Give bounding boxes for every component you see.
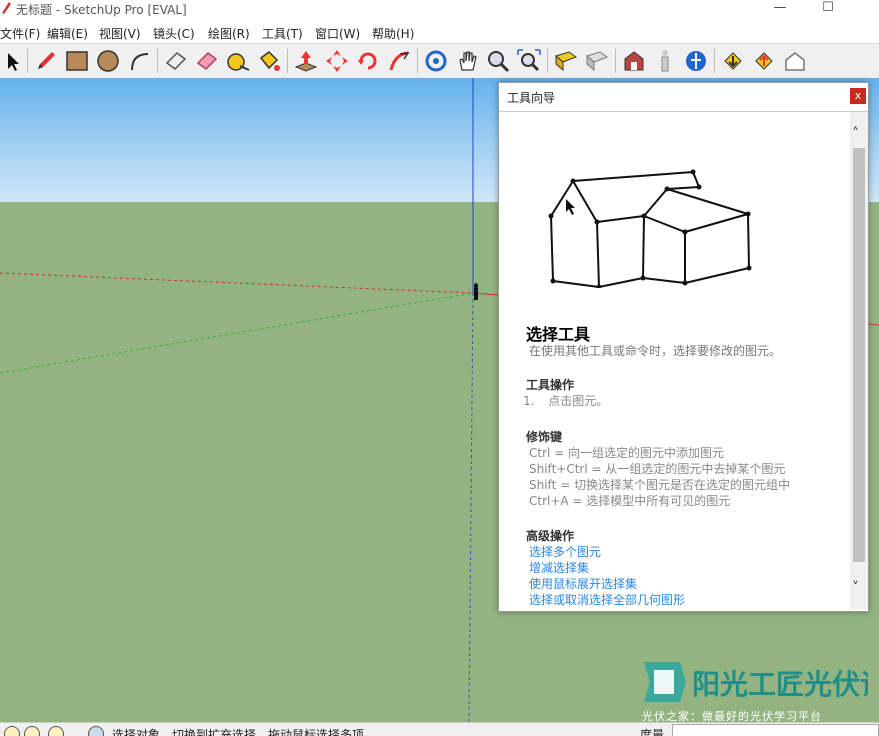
orbit-icon[interactable] [423,48,449,74]
watermark-logo: 阳光工匠光伏论坛 [644,662,868,702]
eraser-outline-icon[interactable] [163,48,189,74]
operation-text: 点击图元。 [548,394,609,408]
get-models-icon[interactable] [553,48,579,74]
rectangle-icon[interactable] [64,48,90,74]
title-bar: 无标题 - SketchUp Pro [EVAL] — ☐ [0,0,879,18]
modifier-ctrl: Ctrl = 向一组选定的图元中添加图元 [529,446,725,460]
scroll-down-icon[interactable]: ˅ [852,580,859,596]
link-expand-selection[interactable]: 使用鼠标展开选择集 [529,575,637,592]
modifier-shift-ctrl: Shift+Ctrl = 从一组选定的图元中去掉某个图元 [529,462,786,476]
rotate-icon[interactable] [355,48,381,74]
link-add-remove-selection[interactable]: 增减选择集 [529,559,589,576]
follow-me-icon[interactable] [386,48,412,74]
zoom-icon[interactable] [485,48,511,74]
cursor-arrow-icon [566,199,575,215]
menu-edit[interactable]: 编辑(E) [47,25,88,42]
link-select-all-geometry[interactable]: 选择或取消选择全部几何图形 [529,591,685,608]
move-icon[interactable] [324,48,350,74]
tool-description: 在使用其他工具或命令时，选择要修改的图元。 [529,344,782,358]
import-icon[interactable] [720,48,746,74]
house-illustration [548,169,752,288]
tool-guide-dialog: 工具向导 x 选择工具 在使用其他工具或命令时，选择要修改的图元。 工具操作 1… [498,82,869,612]
advanced-heading: 高级操作 [526,529,575,543]
close-icon[interactable]: x [850,88,866,104]
tape-measure-icon[interactable] [225,48,251,74]
minimize-button[interactable]: — [760,0,800,18]
zoom-extents-icon[interactable] [516,48,542,74]
modifier-keys-heading: 修饰键 [526,430,563,444]
paint-bucket-icon[interactable] [256,48,282,74]
select-tool-icon[interactable] [0,48,26,74]
eraser-icon[interactable] [194,48,220,74]
building-icon[interactable] [621,48,647,74]
dialog-title: 工具向导 [507,91,556,105]
pan-hand-icon[interactable] [454,48,480,74]
operation-number: 1. [523,394,535,408]
house-outline-icon[interactable] [782,48,808,74]
sphere-icon[interactable] [683,48,709,74]
pencil-icon[interactable] [33,48,59,74]
push-pull-icon[interactable] [293,48,319,74]
scroll-thumb[interactable] [853,148,865,562]
svg-text:阳光工匠光伏论坛: 阳光工匠光伏论坛 [692,668,868,701]
menu-tools[interactable]: 工具(T) [262,25,303,42]
circle-icon[interactable] [95,48,121,74]
maximize-button[interactable]: ☐ [808,0,848,18]
scroll-up-icon[interactable]: ˄ [852,126,859,142]
menu-view[interactable]: 视图(V) [99,25,141,42]
upload-icon[interactable] [751,48,777,74]
operation-step: 1. 点击图元。 [523,392,608,409]
menu-file[interactable]: 文件(F) [0,25,40,42]
link-select-multiple[interactable]: 选择多个图元 [529,543,601,560]
modifier-shift: Shift = 切换选择某个图元是否在选定的图元组中 [529,478,790,492]
modifier-ctrl-a: Ctrl+A = 选择模型中所有可见的图元 [529,494,731,508]
operations-heading: 工具操作 [526,378,575,392]
figure-icon[interactable] [652,48,678,74]
dialog-content: 选择工具 在使用其他工具或命令时，选择要修改的图元。 工具操作 1. 点击图元。… [499,112,848,609]
person-figure [474,283,478,300]
menu-camera[interactable]: 镜头(C) [153,25,195,42]
share-model-icon[interactable] [584,48,610,74]
status-bar: 选择对象。切换到扩充选择。拖动鼠标选择多项。 度量 [0,722,879,736]
sketchup-logo-icon [2,2,11,14]
main-toolbar [0,43,879,79]
menu-window[interactable]: 窗口(W) [315,25,360,42]
menu-draw[interactable]: 绘图(R) [208,25,250,42]
menu-bar: 文件(F) 编辑(E) 视图(V) 镜头(C) 绘图(R) 工具(T) 窗口(W… [0,22,879,42]
arc-icon[interactable] [126,48,152,74]
dialog-scrollbar[interactable]: ˄ ˅ [850,112,868,609]
dialog-header[interactable]: 工具向导 x [499,83,868,112]
measurements-input[interactable] [672,724,879,736]
menu-help[interactable]: 帮助(H) [372,25,414,42]
window-title: 无标题 - SketchUp Pro [EVAL] [16,3,187,17]
